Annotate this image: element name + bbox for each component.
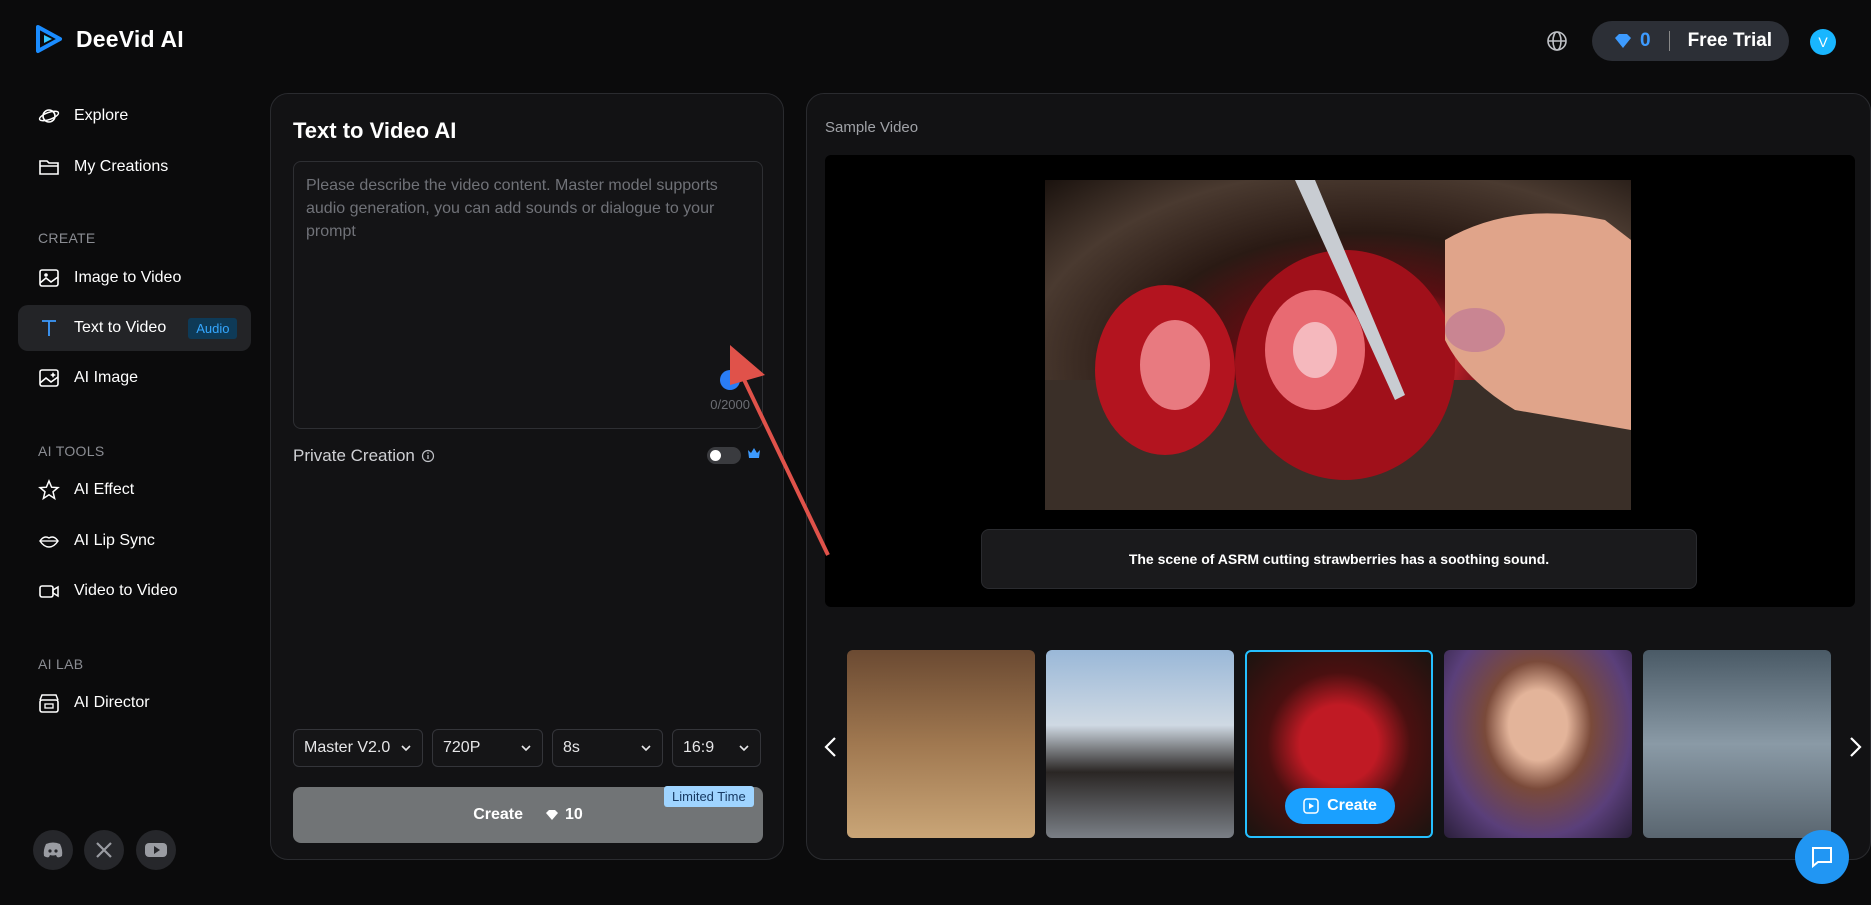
image-icon [39, 269, 59, 287]
aspect-ratio-select-value: 16:9 [683, 739, 715, 756]
prompt-input[interactable]: Please describe the video content. Maste… [293, 161, 763, 429]
deevid-logo-icon [36, 25, 62, 53]
create-button-label: Create [473, 806, 523, 823]
sidebar-item-label: Explore [74, 107, 129, 124]
duration-select-value: 8s [563, 739, 580, 756]
credits-count: 0 [1640, 30, 1651, 51]
annotation-arrow [730, 345, 830, 556]
sidebar-item-label: Text to Video [74, 319, 167, 336]
private-creation-text: Private Creation [293, 446, 415, 465]
lips-icon [39, 536, 59, 548]
sidebar-item-label: AI Effect [74, 481, 135, 498]
video-camera-icon [39, 585, 59, 598]
sidebar-item-video-to-video[interactable]: Video to Video [18, 568, 251, 614]
credits-divider [1668, 31, 1670, 51]
aspect-ratio-select[interactable]: 16:9 [672, 729, 761, 767]
sidebar-item-label: Video to Video [74, 582, 178, 599]
options-row: Master V2.0 720P 8s 16:9 [293, 729, 761, 767]
limited-time-badge: Limited Time [664, 786, 754, 807]
sidebar-item-label: AI Image [74, 369, 139, 386]
chevron-down-icon [641, 745, 651, 752]
model-select-value: Master V2.0 [304, 739, 391, 756]
chevron-down-icon [739, 745, 749, 752]
discord-button[interactable] [33, 830, 73, 870]
preview-panel: Sample Video The scene of ASRM cutting s… [806, 93, 1871, 860]
chat-support-button[interactable] [1795, 830, 1849, 884]
diamond-icon [546, 810, 558, 820]
page-title: Text to Video AI [293, 118, 457, 143]
section-ai-tools: AI TOOLS [38, 443, 105, 459]
resolution-select[interactable]: 720P [432, 729, 543, 767]
globe-icon[interactable] [1545, 29, 1569, 53]
create-cost-value: 10 [565, 806, 583, 823]
info-icon[interactable] [421, 449, 435, 463]
folder-icon [39, 160, 59, 175]
section-create: CREATE [38, 230, 96, 246]
model-select[interactable]: Master V2.0 [293, 729, 423, 767]
avatar[interactable]: V [1810, 29, 1836, 55]
thumbnail-strawberry[interactable]: Create [1245, 650, 1433, 838]
chevron-down-icon [521, 745, 531, 752]
x-button[interactable] [84, 830, 124, 870]
thumbnail-create-button[interactable]: Create [1285, 788, 1395, 824]
sidebar-item-label: My Creations [74, 158, 169, 175]
carousel-next-icon[interactable] [1845, 732, 1865, 762]
sidebar-item-ai-lip-sync[interactable]: AI Lip Sync [18, 518, 251, 564]
sidebar-item-label: AI Director [74, 694, 150, 711]
youtube-button[interactable] [136, 830, 176, 870]
sidebar-item-my-creations[interactable]: My Creations [18, 144, 251, 190]
text-icon [42, 320, 56, 336]
sidebar-item-label: AI Lip Sync [74, 532, 155, 549]
thumbnail-village[interactable] [847, 650, 1035, 838]
audio-badge: Audio [188, 317, 238, 339]
carousel-prev-icon[interactable] [821, 732, 841, 762]
sample-thumbnails: Create [847, 650, 1831, 838]
thumbnail-paper-boat[interactable] [1643, 650, 1831, 838]
star-icon [38, 479, 60, 501]
resolution-select-value: 720P [443, 739, 481, 756]
discord-icon [43, 842, 63, 858]
sample-video-frame [1045, 180, 1631, 510]
top-bar: DeeVid AI 0 Free Trial V [0, 0, 1871, 82]
planet-icon [38, 109, 60, 123]
create-cost: 10 [545, 806, 583, 824]
sidebar-item-image-to-video[interactable]: Image to Video [18, 255, 251, 301]
sample-video-player[interactable]: The scene of ASRM cutting strawberries h… [825, 155, 1855, 607]
sidebar-item-ai-image[interactable]: AI Image [18, 355, 251, 401]
sidebar-item-text-to-video[interactable]: Text to Video Audio [18, 305, 251, 351]
app-name: DeeVid AI [76, 25, 184, 52]
clapperboard-icon [39, 694, 59, 713]
prompt-placeholder: Please describe the video content. Maste… [306, 177, 718, 240]
sidebar-item-explore[interactable]: Explore [18, 93, 251, 139]
free-trial-label: Free Trial [1687, 30, 1773, 51]
thumbnail-woman-microphone[interactable] [1444, 650, 1632, 838]
thumbnail-create-label: Create [1327, 797, 1377, 814]
editor-panel: Text to Video AI Please describe the vid… [270, 93, 784, 860]
sidebar-item-ai-effect[interactable]: AI Effect [18, 467, 251, 513]
chat-icon [1812, 847, 1832, 869]
private-creation-label: Private Creation [293, 446, 435, 466]
sample-video-label: Sample Video [825, 119, 919, 136]
play-square-icon [1303, 798, 1319, 814]
sidebar-item-label: Image to Video [74, 269, 182, 286]
thumbnail-gorilla[interactable] [1046, 650, 1234, 838]
video-caption: The scene of ASRM cutting strawberries h… [981, 529, 1697, 589]
sidebar-item-ai-director[interactable]: AI Director [18, 680, 251, 726]
duration-select[interactable]: 8s [552, 729, 663, 767]
x-icon [96, 842, 112, 858]
ai-image-icon [39, 369, 59, 387]
chevron-down-icon [401, 745, 411, 752]
section-ai-lab: AI LAB [38, 656, 84, 672]
youtube-icon [145, 843, 167, 857]
sidebar: Explore My Creations CREATE Image to Vid… [0, 82, 265, 905]
logo[interactable]: DeeVid AI [34, 24, 184, 54]
strawberry-cutting-image [1045, 180, 1631, 510]
diamond-icon [1615, 34, 1631, 48]
credits-button[interactable]: 0 Free Trial [1592, 21, 1789, 61]
